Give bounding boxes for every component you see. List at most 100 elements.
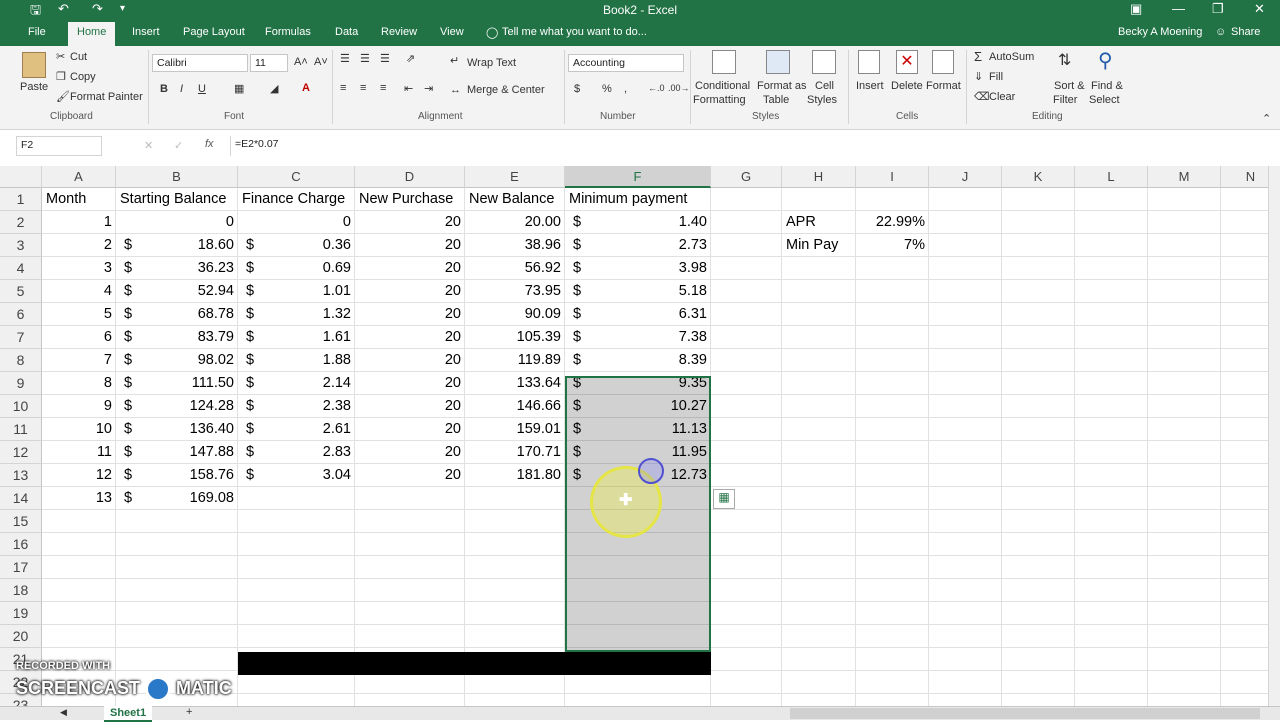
cell-j7[interactable]: [929, 326, 1002, 349]
tab-data[interactable]: Data: [335, 26, 358, 38]
cell-g9[interactable]: [711, 372, 782, 395]
fill-color-icon[interactable]: ◢: [270, 82, 278, 95]
cell-l23[interactable]: [1075, 694, 1148, 706]
cell-j16[interactable]: [929, 533, 1002, 556]
column-header-a[interactable]: A: [42, 166, 116, 188]
cell-j11[interactable]: [929, 418, 1002, 441]
cell-g6[interactable]: [711, 303, 782, 326]
cell-styles-button-2[interactable]: Styles: [807, 94, 837, 106]
cell-d23[interactable]: [355, 694, 465, 706]
cell-i13[interactable]: [856, 464, 929, 487]
cell-l19[interactable]: [1075, 602, 1148, 625]
cell-b17[interactable]: [116, 556, 238, 579]
cell-g23[interactable]: [711, 694, 782, 706]
cell-n23[interactable]: [1221, 694, 1268, 706]
cell-j15[interactable]: [929, 510, 1002, 533]
orientation-icon[interactable]: ⇗: [406, 52, 415, 65]
cell-d14[interactable]: [355, 487, 465, 510]
paste-button[interactable]: Paste: [20, 81, 48, 93]
confirm-entry-icon[interactable]: ✓: [174, 139, 183, 152]
user-name[interactable]: Becky A Moening: [1118, 26, 1202, 38]
cell-n18[interactable]: [1221, 579, 1268, 602]
cell-k8[interactable]: [1002, 349, 1075, 372]
cell-j14[interactable]: [929, 487, 1002, 510]
horizontal-scrollbar[interactable]: [790, 708, 1260, 719]
column-header-h[interactable]: H: [782, 166, 856, 188]
cell-g20[interactable]: [711, 625, 782, 648]
cell-l20[interactable]: [1075, 625, 1148, 648]
row-header-8[interactable]: 8: [0, 349, 42, 372]
paste-icon[interactable]: [22, 52, 46, 78]
insert-cells-button[interactable]: Insert: [856, 80, 884, 92]
autosum-button[interactable]: AutoSum: [989, 51, 1034, 63]
cell-h12[interactable]: [782, 441, 856, 464]
cell-g3[interactable]: [711, 234, 782, 257]
cell-j5[interactable]: [929, 280, 1002, 303]
cell-k7[interactable]: [1002, 326, 1075, 349]
cell-m14[interactable]: [1148, 487, 1221, 510]
close-icon[interactable]: ✕: [1254, 1, 1265, 17]
cell-e14[interactable]: [465, 487, 565, 510]
cell-i15[interactable]: [856, 510, 929, 533]
cell-e17[interactable]: [465, 556, 565, 579]
cell-j17[interactable]: [929, 556, 1002, 579]
increase-indent-icon[interactable]: ⇥: [424, 82, 433, 95]
cell-k5[interactable]: [1002, 280, 1075, 303]
sort-filter-button[interactable]: Sort &: [1054, 80, 1085, 92]
format-painter-button[interactable]: Format Painter: [70, 91, 143, 103]
cell-l6[interactable]: [1075, 303, 1148, 326]
cell-d16[interactable]: [355, 533, 465, 556]
cell-j10[interactable]: [929, 395, 1002, 418]
cell-i11[interactable]: [856, 418, 929, 441]
cell-h23[interactable]: [782, 694, 856, 706]
cell-k23[interactable]: [1002, 694, 1075, 706]
cell-l11[interactable]: [1075, 418, 1148, 441]
cell-g4[interactable]: [711, 257, 782, 280]
vertical-scrollbar[interactable]: [1268, 166, 1280, 706]
formula-input[interactable]: =E2*0.07: [230, 136, 1266, 156]
comma-button[interactable]: ,: [624, 83, 627, 95]
cell-l10[interactable]: [1075, 395, 1148, 418]
cell-g22[interactable]: [711, 671, 782, 694]
quick-analysis-icon[interactable]: ▦: [713, 489, 735, 509]
cell-g2[interactable]: [711, 211, 782, 234]
cell-h18[interactable]: [782, 579, 856, 602]
cell-n7[interactable]: [1221, 326, 1268, 349]
cell-j2[interactable]: [929, 211, 1002, 234]
align-center-icon[interactable]: ≡: [360, 82, 366, 94]
cell-k1[interactable]: [1002, 188, 1075, 211]
cell-n12[interactable]: [1221, 441, 1268, 464]
tell-me-box[interactable]: Tell me what you want to do...: [502, 26, 647, 38]
cell-g7[interactable]: [711, 326, 782, 349]
cell-m3[interactable]: [1148, 234, 1221, 257]
cell-j13[interactable]: [929, 464, 1002, 487]
cell-c17[interactable]: [238, 556, 355, 579]
cell-m13[interactable]: [1148, 464, 1221, 487]
cell-h1[interactable]: [782, 188, 856, 211]
row-header-3[interactable]: 3: [0, 234, 42, 257]
borders-icon[interactable]: ▦: [234, 82, 244, 95]
cell-i18[interactable]: [856, 579, 929, 602]
row-header-10[interactable]: 10: [0, 395, 42, 418]
tab-view[interactable]: View: [440, 26, 464, 38]
cell-n22[interactable]: [1221, 671, 1268, 694]
cell-styles-button[interactable]: Cell: [815, 80, 834, 92]
cell-k13[interactable]: [1002, 464, 1075, 487]
cell-m1[interactable]: [1148, 188, 1221, 211]
restore-icon[interactable]: ❐: [1212, 1, 1224, 17]
cell-d20[interactable]: [355, 625, 465, 648]
cell-h10[interactable]: [782, 395, 856, 418]
cell-i6[interactable]: [856, 303, 929, 326]
cell-h9[interactable]: [782, 372, 856, 395]
row-header-5[interactable]: 5: [0, 280, 42, 303]
cell-i22[interactable]: [856, 671, 929, 694]
cell-m19[interactable]: [1148, 602, 1221, 625]
shrink-font-icon[interactable]: A˅: [314, 56, 328, 68]
column-header-d[interactable]: D: [355, 166, 465, 188]
cell-h6[interactable]: [782, 303, 856, 326]
cell-l22[interactable]: [1075, 671, 1148, 694]
cell-g13[interactable]: [711, 464, 782, 487]
column-header-c[interactable]: C: [238, 166, 355, 188]
ribbon-display-icon[interactable]: ▣: [1130, 1, 1142, 17]
align-top-icon[interactable]: ☰: [340, 52, 350, 65]
